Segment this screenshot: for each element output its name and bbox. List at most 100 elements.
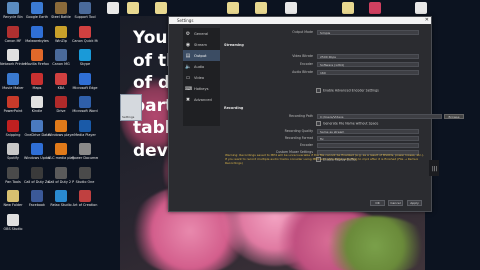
desktop-icon[interactable]: Art of Creation: [72, 190, 98, 216]
generate-name-checkbox[interactable]: Generate File Name without Space: [316, 121, 378, 127]
setting-label: Encoder: [299, 62, 313, 66]
desktop-icon[interactable]: VLC media player: [48, 143, 74, 169]
file-icon: [285, 2, 297, 14]
desktop-icon-label: Support Tool: [74, 15, 96, 19]
menu-icon: [79, 25, 91, 38]
nav-item-general[interactable]: ⚙ General: [183, 28, 220, 39]
drag-handle-icon[interactable]: |||: [432, 166, 437, 172]
desktop-icon[interactable]: WinZip: [48, 25, 74, 52]
setting-label: Video Bitrate: [292, 54, 313, 58]
screen: You of the of de parts tabl devi Recycle Bin G…: [0, 0, 480, 270]
desktop-icon[interactable]: Google Earth: [24, 2, 50, 28]
desktop-icon[interactable]: Mozilla Firefox: [24, 49, 50, 75]
nav-item-audio[interactable]: 🔈 Audio: [183, 61, 220, 72]
recording-path-input[interactable]: C:/Users/Videos: [317, 114, 442, 119]
monitor-icon: ▭: [185, 74, 191, 81]
desktop-icon[interactable]: PowerPoint: [0, 96, 26, 122]
advanced-encoder-checkbox[interactable]: Enable Advanced Encoder Settings: [316, 88, 379, 94]
app-icon: [55, 72, 67, 85]
desktop-icon[interactable]: Studio One: [72, 166, 98, 193]
desktop-icon[interactable]: Steel Battle: [48, 2, 74, 28]
slides-icon: [7, 96, 19, 108]
desktop-icon[interactable]: Power Documents: [72, 143, 98, 169]
desktop-icon[interactable]: Windows Update: [24, 143, 50, 169]
nav-item-output[interactable]: ▤ Output: [183, 50, 220, 61]
desktop-icon[interactable]: Malwarebytes: [24, 25, 50, 52]
gear-icon: ⚙: [185, 30, 191, 37]
nav-item-label: Stream: [194, 42, 208, 47]
output-mode-select[interactable]: Simple: [317, 30, 419, 35]
desktop-icon-label: OBS Studio: [3, 226, 23, 231]
desktop-icon[interactable]: Media Player: [72, 119, 98, 146]
desktop-icon[interactable]: Support Tool: [72, 2, 98, 28]
nav-item-advanced[interactable]: ✖ Advanced: [183, 94, 220, 105]
paint-icon: [79, 190, 91, 202]
desktop-icon[interactable]: New Folder: [0, 190, 26, 216]
media-icon: [79, 119, 91, 132]
book-icon: [31, 96, 43, 108]
side-panel-handle[interactable]: |||: [429, 160, 439, 176]
chat-icon: [79, 49, 91, 61]
desktop-icon-label: Mozilla Firefox: [25, 62, 49, 66]
desktop-icon-label: Canon Quick Menu: [72, 38, 98, 43]
desktop-icon[interactable]: Microsoft Edge: [72, 72, 98, 99]
desktop-icon[interactable]: OneDrive Data: [24, 119, 50, 146]
drive-icon: [55, 96, 67, 108]
desktop-icon[interactable]: Facebook: [24, 190, 50, 216]
taskbar-preview-window[interactable]: Settings: [120, 94, 142, 121]
desktop-icon[interactable]: Movie Maker: [0, 72, 26, 99]
desktop-icon[interactable]: Network Printer: [0, 49, 26, 75]
desktop-icon[interactable]: KBA: [48, 72, 74, 99]
nav-item-hotkeys[interactable]: ⌨ Hotkeys: [183, 83, 220, 94]
checkbox-label: Enable Advanced Encoder Settings: [323, 88, 379, 93]
ok-button[interactable]: OK: [370, 200, 385, 206]
output-mode-row: Output Mode Simple: [224, 30, 420, 35]
desktop-icon[interactable]: Canon MF: [0, 25, 26, 52]
game-icon: [55, 2, 67, 14]
desktop-icon[interactable]: Drive: [48, 96, 74, 122]
setting-label: Audio Bitrate: [292, 70, 313, 74]
nav-item-stream[interactable]: ◉ Stream: [183, 39, 220, 50]
desktop-icon[interactable]: Maps: [24, 72, 50, 99]
desktop-icon[interactable]: Spotify: [0, 143, 26, 169]
nav-item-video[interactable]: ▭ Video: [183, 72, 220, 83]
close-icon[interactable]: ✕: [425, 17, 429, 23]
checkbox-box[interactable]: [316, 88, 321, 93]
desktop-icon[interactable]: Skype: [72, 49, 98, 75]
setting-value[interactable]: Same as stream: [317, 129, 419, 134]
setting-label: Recording Quality: [284, 129, 313, 133]
cancel-button[interactable]: Cancel: [388, 200, 403, 206]
desktop-icon[interactable]: Relax Studio: [48, 190, 74, 216]
desktop-icon[interactable]: Call of Duty 2 Prep: [48, 166, 74, 193]
desktop-icon-label: Movie Maker: [2, 85, 24, 90]
scissors-icon: [7, 119, 19, 132]
desktop-icon[interactable]: Microsoft Word: [72, 96, 98, 122]
desktop-icon[interactable]: Pan Tools: [0, 166, 26, 193]
desktop-icon-label: PowerPoint: [3, 109, 23, 113]
desktop-icon[interactable]: Canon MG: [48, 49, 74, 75]
desktop-icon[interactable]: Snipping: [0, 119, 26, 146]
desktop-icon-label: Microsoft Word: [72, 109, 98, 113]
desktop-icon[interactable]: [120, 2, 146, 28]
desktop-icon-label: Drive: [56, 109, 66, 113]
desktop-icon[interactable]: Kindle: [24, 96, 50, 122]
desktop-icon[interactable]: Windows player: [48, 119, 74, 146]
setting-value[interactable]: 160: [317, 70, 419, 75]
setting-value[interactable]: Software (x264): [317, 62, 419, 67]
desktop-icon-label: Call of Duty Zone: [24, 179, 50, 184]
checkbox-box[interactable]: [316, 121, 321, 126]
desktop-icon[interactable]: Call of Duty Zone: [24, 166, 50, 193]
desktop-icon-label: OneDrive Data: [24, 132, 50, 137]
desktop-icon[interactable]: Canon Quick Menu: [72, 25, 98, 52]
setting-value[interactable]: [317, 143, 419, 148]
title-bar[interactable]: Settings ✕: [169, 17, 431, 24]
desktop-icon-label: Art of Creation: [72, 203, 98, 207]
desktop-icon[interactable]: Recycle Bin: [0, 2, 26, 28]
browse-button[interactable]: Browse: [444, 114, 464, 119]
desktop-icon[interactable]: OBS Studio: [0, 213, 26, 240]
dialog-buttons: OK Cancel Apply: [169, 200, 431, 208]
browser-icon: [31, 49, 43, 61]
setting-value[interactable]: flv: [317, 136, 419, 141]
setting-value[interactable]: 2500 Kbps: [317, 54, 419, 59]
apply-button[interactable]: Apply: [407, 200, 422, 206]
